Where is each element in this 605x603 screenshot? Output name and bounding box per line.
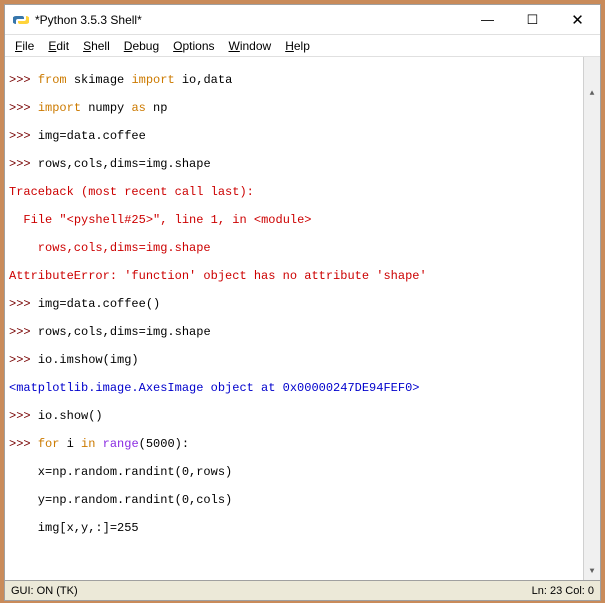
menubar: File Edit Shell Debug Options Window Hel… bbox=[5, 35, 600, 57]
menu-edit[interactable]: Edit bbox=[48, 39, 69, 53]
prompt: >>> bbox=[9, 73, 38, 87]
traceback-header: Traceback (most recent call last): bbox=[9, 185, 254, 199]
prompt: >>> bbox=[9, 129, 38, 143]
maximize-button[interactable]: ☐ bbox=[510, 5, 555, 35]
output-repr: <matplotlib.image.AxesImage object at 0x… bbox=[9, 381, 419, 395]
menu-debug[interactable]: Debug bbox=[124, 39, 159, 53]
window-title: *Python 3.5.3 Shell* bbox=[35, 13, 465, 27]
scroll-track[interactable] bbox=[584, 74, 600, 563]
prompt: >>> bbox=[9, 353, 38, 367]
menu-window[interactable]: Window bbox=[229, 39, 272, 53]
status-gui: GUI: ON (TK) bbox=[11, 585, 78, 597]
window-controls: — ☐ ✕ bbox=[465, 5, 600, 35]
close-button[interactable]: ✕ bbox=[555, 5, 600, 35]
app-window: *Python 3.5.3 Shell* — ☐ ✕ File Edit She… bbox=[4, 4, 601, 601]
titlebar[interactable]: *Python 3.5.3 Shell* — ☐ ✕ bbox=[5, 5, 600, 35]
prompt: >>> bbox=[9, 437, 38, 451]
prompt: >>> bbox=[9, 157, 38, 171]
statusbar: GUI: ON (TK) Ln: 23 Col: 0 bbox=[5, 580, 600, 600]
shell-editor[interactable]: >>> from skimage import io,data >>> impo… bbox=[5, 57, 600, 580]
status-position: Ln: 23 Col: 0 bbox=[532, 585, 594, 597]
minimize-button[interactable]: — bbox=[465, 5, 510, 35]
prompt: >>> bbox=[9, 325, 38, 339]
python-idle-icon bbox=[13, 12, 29, 28]
error-message: AttributeError: 'function' object has no… bbox=[9, 269, 427, 283]
menu-help[interactable]: Help bbox=[285, 39, 310, 53]
menu-file[interactable]: File bbox=[15, 39, 34, 53]
scroll-down-icon[interactable]: ▼ bbox=[584, 563, 600, 580]
menu-options[interactable]: Options bbox=[173, 39, 214, 53]
prompt: >>> bbox=[9, 409, 38, 423]
prompt: >>> bbox=[9, 101, 38, 115]
menu-shell[interactable]: Shell bbox=[83, 39, 110, 53]
vertical-scrollbar[interactable]: ▲ ▼ bbox=[583, 57, 600, 580]
prompt: >>> bbox=[9, 297, 38, 311]
